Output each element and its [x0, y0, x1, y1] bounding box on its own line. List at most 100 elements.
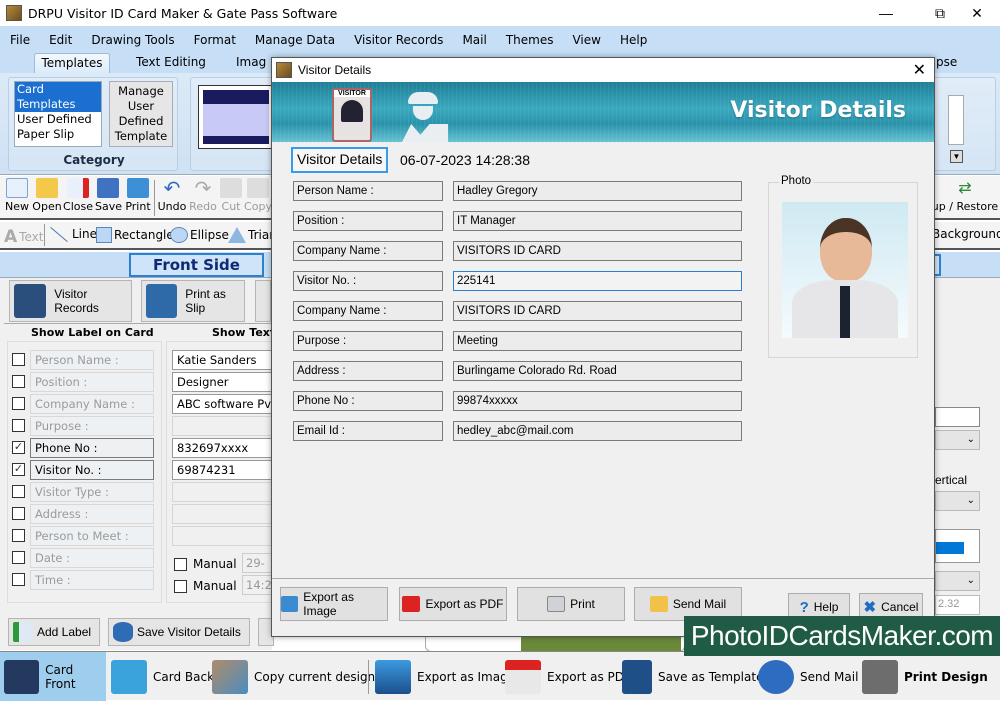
manual-time-option[interactable]: Manual — [174, 579, 237, 593]
print-design-button[interactable]: Print Design — [862, 652, 988, 701]
visitor-records-button[interactable]: Visitor Records — [9, 280, 132, 322]
close-button[interactable]: ✕ — [954, 0, 1000, 26]
menu-view[interactable]: View — [572, 33, 600, 47]
show-label-checkbox[interactable] — [12, 375, 25, 388]
field-value[interactable]: 99874xxxxx — [453, 391, 742, 411]
open-button[interactable]: Open — [32, 178, 62, 213]
menu-themes[interactable]: Themes — [506, 33, 554, 47]
ellipse-tool[interactable]: Ellipse — [170, 227, 229, 243]
category-item-card-templates[interactable]: Card Templates — [15, 82, 101, 112]
tab-templates[interactable]: Templates — [34, 53, 110, 73]
dialog-print-button[interactable]: Print — [517, 587, 625, 621]
field-value[interactable]: IT Manager — [453, 211, 742, 231]
show-label-checkbox[interactable] — [12, 529, 25, 542]
menu-drawing-tools[interactable]: Drawing Tools — [91, 33, 174, 47]
redo-button[interactable]: ↷ Redo — [189, 178, 217, 213]
background-tool[interactable]: Background — [932, 227, 1000, 241]
field-value[interactable]: VISITORS ID CARD — [453, 301, 742, 321]
close-doc-button[interactable]: Close — [63, 178, 93, 213]
more-button[interactable] — [255, 280, 271, 322]
label-field[interactable]: Company Name : — [30, 394, 154, 414]
card-back-button[interactable]: Card Back — [109, 652, 214, 701]
label-field[interactable]: Position : — [30, 372, 154, 392]
menu-edit[interactable]: Edit — [49, 33, 72, 47]
menu-manage-data[interactable]: Manage Data — [255, 33, 335, 47]
text-value-field[interactable]: ABC software Pv — [172, 394, 272, 414]
text-value-field[interactable] — [172, 526, 272, 546]
field-value[interactable]: hedley_abc@mail.com — [453, 421, 742, 441]
tab-image[interactable]: Imag — [236, 53, 276, 73]
gallery-expand-icon[interactable]: ▼ — [950, 150, 963, 163]
property-list[interactable] — [935, 529, 980, 563]
show-label-checkbox[interactable] — [12, 485, 25, 498]
label-field[interactable]: Person to Meet : — [30, 526, 154, 546]
show-label-checkbox[interactable] — [12, 573, 25, 586]
save-visitor-details-button[interactable]: Save Visitor Details — [108, 618, 250, 646]
property-dropdown-2[interactable]: ⌄ — [935, 571, 980, 591]
property-dropdown[interactable]: ⌄ — [935, 430, 980, 450]
export-image-button[interactable]: Export as Image — [375, 652, 515, 701]
property-input[interactable] — [935, 407, 980, 427]
label-field[interactable]: Visitor Type : — [30, 482, 154, 502]
add-label-button[interactable]: Add Label — [8, 618, 100, 646]
manage-user-defined-template-button[interactable]: Manage User Defined Template — [109, 81, 173, 147]
manual-date-field[interactable]: 29-M — [242, 553, 272, 573]
template-thumbnail[interactable] — [198, 85, 272, 149]
manual-date-option[interactable]: Manual — [174, 557, 237, 571]
print-button[interactable]: Print — [125, 178, 151, 213]
field-value[interactable]: Burlingame Colorado Rd. Road — [453, 361, 742, 381]
label-field[interactable]: Address : — [30, 504, 154, 524]
backup-restore-button[interactable]: ⇄ up / Restore — [930, 178, 1000, 213]
show-label-checkbox[interactable] — [12, 353, 25, 366]
dialog-export-pdf-button[interactable]: Export as PDF — [399, 587, 507, 621]
field-value[interactable]: 225141 — [453, 271, 742, 291]
save-as-template-button[interactable]: Save as Template — [622, 652, 763, 701]
triangle-tool[interactable]: Trian — [228, 227, 277, 243]
text-value-field[interactable] — [172, 504, 272, 524]
label-field[interactable]: Person Name : — [30, 350, 154, 370]
ribbon-collapse-label[interactable]: pse — [936, 53, 996, 73]
category-item-user-defined[interactable]: User Defined — [15, 112, 101, 127]
cut-button[interactable]: Cut — [220, 178, 242, 213]
line-tool[interactable]: Line — [48, 226, 97, 242]
category-list[interactable]: Card Templates User Defined Paper Slip — [14, 81, 102, 147]
copy-button[interactable]: Copy — [244, 178, 272, 213]
menu-help[interactable]: Help — [620, 33, 647, 47]
vertical-dropdown[interactable]: ⌄ — [935, 491, 980, 511]
label-field[interactable]: Date : — [30, 548, 154, 568]
new-button[interactable]: New — [4, 178, 30, 213]
manual-time-field[interactable]: 14:2 — [242, 575, 272, 595]
manual-date-checkbox[interactable] — [174, 557, 187, 571]
label-field[interactable]: Visitor No. : — [30, 460, 154, 480]
field-value[interactable]: Meeting — [453, 331, 742, 351]
print-as-slip-button[interactable]: Print as Slip — [141, 280, 245, 322]
text-value-field[interactable] — [172, 416, 272, 436]
dialog-export-image-button[interactable]: Export as Image — [280, 587, 388, 621]
menu-mail[interactable]: Mail — [462, 33, 486, 47]
field-value[interactable]: Hadley Gregory — [453, 181, 742, 201]
card-front-button[interactable]: Card Front — [0, 652, 106, 701]
text-value-field[interactable] — [172, 482, 272, 502]
text-value-field[interactable]: Designer — [172, 372, 272, 392]
send-mail-button[interactable]: Send Mail — [758, 652, 858, 701]
menu-file[interactable]: File — [10, 33, 30, 47]
category-item-paper-slip[interactable]: Paper Slip — [15, 127, 101, 142]
text-value-field[interactable]: 832697xxxx — [172, 438, 272, 458]
undo-button[interactable]: ↶ Undo — [157, 178, 187, 213]
show-label-checkbox[interactable] — [12, 507, 25, 520]
menu-format[interactable]: Format — [194, 33, 236, 47]
tab-text-editing[interactable]: Text Editing — [128, 53, 214, 73]
show-label-checkbox[interactable]: ✓ — [12, 463, 25, 476]
field-value[interactable]: VISITORS ID CARD — [453, 241, 742, 261]
gallery-scrollbar[interactable] — [948, 95, 964, 145]
show-label-checkbox[interactable] — [12, 551, 25, 564]
label-field[interactable]: Phone No : — [30, 438, 154, 458]
show-label-checkbox[interactable] — [12, 397, 25, 410]
manual-time-checkbox[interactable] — [174, 579, 187, 593]
label-field[interactable]: Purpose : — [30, 416, 154, 436]
text-value-field[interactable]: 69874231 — [172, 460, 272, 480]
minimize-button[interactable]: — — [863, 0, 909, 26]
dialog-close-button[interactable]: ✕ — [913, 60, 926, 80]
property-spinner[interactable]: 2.32 — [935, 595, 980, 615]
text-tool[interactable]: A Text — [4, 227, 43, 247]
